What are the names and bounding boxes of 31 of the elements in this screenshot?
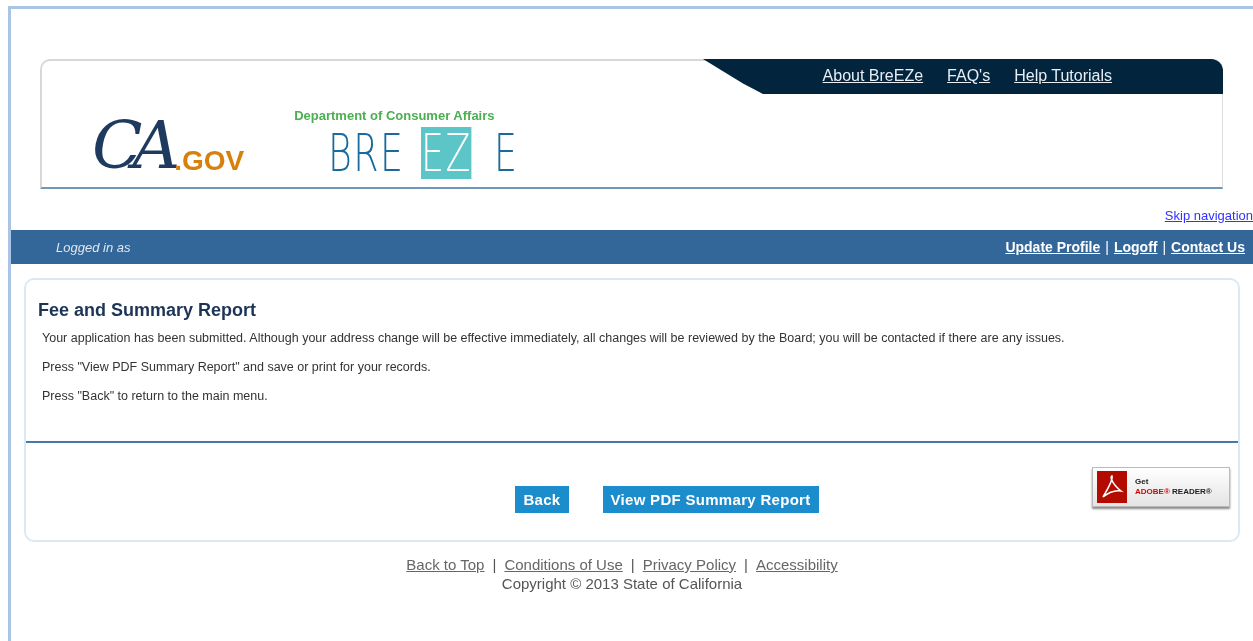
link[interactable]: Conditions of Use bbox=[504, 556, 623, 573]
nav-link[interactable]: Help Tutorials bbox=[1014, 67, 1112, 85]
instruction-text: Press "Back" to return to the main menu. bbox=[42, 388, 269, 405]
ca-gov-logo[interactable]: CA.GOV bbox=[92, 113, 245, 179]
link[interactable]: Privacy Policy bbox=[642, 556, 737, 573]
link[interactable]: Accessibility bbox=[755, 556, 838, 573]
pdf-logo-icon bbox=[1097, 471, 1127, 503]
badge-text: Get bbox=[1135, 477, 1150, 487]
copyright-text: Copyright © 2013 State of California bbox=[501, 575, 743, 592]
instruction-text: Press "View PDF Summary Report" and save or print for your records. bbox=[42, 359, 432, 376]
back-button[interactable]: Back bbox=[515, 486, 569, 513]
instruction-text: Your application has been submitted. Although your address change will be effective immediately, all changes will be reviewed by the Board; you will be contacted if there are any issues. bbox=[42, 330, 1066, 347]
view-pdf-button[interactable]: View PDF Summary Report bbox=[602, 486, 819, 513]
link[interactable]: Update Profile bbox=[1005, 239, 1101, 255]
breeze-logo[interactable]: BRE EZ E bbox=[328, 127, 529, 179]
link[interactable]: Back to Top bbox=[406, 556, 485, 573]
separator: | bbox=[1105, 239, 1109, 255]
nav-link[interactable]: FAQ's bbox=[947, 67, 991, 85]
logged-in-label: Logged in as bbox=[56, 239, 131, 255]
report-title: Fee and Summary Report bbox=[37, 299, 258, 321]
badge-text: ADOBE® READER® bbox=[1135, 487, 1212, 497]
separator: | bbox=[492, 556, 497, 573]
agency-name: Department of Consumer Affairs bbox=[294, 108, 495, 123]
separator: | bbox=[744, 556, 748, 573]
link[interactable]: Logoff bbox=[1113, 239, 1158, 255]
link[interactable]: Contact Us bbox=[1171, 239, 1245, 255]
separator: | bbox=[630, 556, 635, 573]
get-adobe-reader-badge[interactable]: Get ADOBE® READER® bbox=[1092, 467, 1230, 507]
nav-link[interactable]: About BreEZe bbox=[822, 67, 924, 85]
separator: | bbox=[1162, 239, 1167, 255]
skip-navigation-link[interactable]: Skip navigation bbox=[1164, 208, 1253, 223]
